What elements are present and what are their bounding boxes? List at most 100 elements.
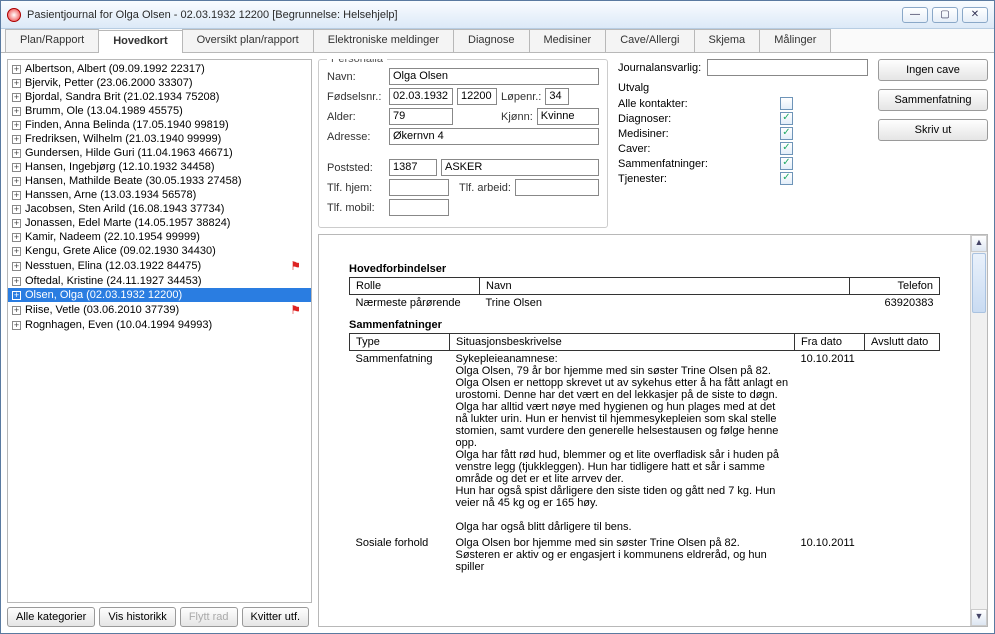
patient-tree-item[interactable]: +Rognhagen, Even (10.04.1994 94993)	[8, 318, 311, 332]
tab-oversikt-plan-rapport[interactable]: Oversikt plan/rapport	[182, 29, 314, 52]
adresse-field[interactable]: Økernvn 4	[389, 128, 599, 145]
tab-bar: Plan/RapportHovedkortOversikt plan/rappo…	[1, 29, 994, 53]
utvalg-checkbox[interactable]: ✓	[780, 127, 793, 140]
kvitter-utf-button[interactable]: Kvitter utf.	[242, 607, 310, 627]
patient-tree-item[interactable]: +Kamir, Nadeem (22.10.1954 99999)	[8, 230, 311, 244]
expand-icon[interactable]: +	[12, 277, 21, 286]
patient-tree-item[interactable]: +Olsen, Olga (02.03.1932 12200)	[8, 288, 311, 302]
tlfmobil-field[interactable]	[389, 199, 449, 216]
expand-icon[interactable]: +	[12, 177, 21, 186]
patient-tree-item[interactable]: +Brumm, Ole (13.04.1989 45575)	[8, 104, 311, 118]
tab-medisiner[interactable]: Medisiner	[529, 29, 607, 52]
kjonn-field[interactable]: Kvinne	[537, 108, 599, 125]
ingen-cave-button[interactable]: Ingen cave	[878, 59, 988, 81]
expand-icon[interactable]: +	[12, 107, 21, 116]
navn-label: Navn:	[327, 71, 385, 83]
alder-field[interactable]: 79	[389, 108, 453, 125]
tab-skjema[interactable]: Skjema	[694, 29, 761, 52]
close-button[interactable]: ✕	[962, 7, 988, 23]
tlfhjem-field[interactable]	[389, 179, 449, 196]
scroll-down-button[interactable]: ▼	[971, 609, 987, 626]
tab-hovedkort[interactable]: Hovedkort	[98, 30, 182, 53]
scroll-thumb[interactable]	[972, 253, 986, 313]
patient-tree-item[interactable]: +Hansen, Mathilde Beate (30.05.1933 2745…	[8, 174, 311, 188]
navn-field[interactable]: Olga Olsen	[389, 68, 599, 85]
kjonn-label: Kjønn:	[501, 111, 533, 123]
patient-tree[interactable]: +Albertson, Albert (09.09.1992 22317)+Bj…	[7, 59, 312, 603]
expand-icon[interactable]: +	[12, 121, 21, 130]
alle-kategorier-button[interactable]: Alle kategorier	[7, 607, 95, 627]
patient-tree-item[interactable]: +Bjordal, Sandra Brit (21.02.1934 75208)	[8, 90, 311, 104]
table-row[interactable]: SammenfatningSykepleieanamnese:Olga Olse…	[350, 351, 940, 536]
patient-tree-item[interactable]: + Jonassen, Edel Marte (14.05.1957 38824)	[8, 216, 311, 230]
tab-diagnose[interactable]: Diagnose	[453, 29, 529, 52]
expand-icon[interactable]: +	[12, 306, 21, 315]
fnr2-field[interactable]: 12200	[457, 88, 497, 105]
patient-tree-item[interactable]: + Bjervik, Petter (23.06.2000 33307)	[8, 76, 311, 90]
expand-icon[interactable]: +	[12, 65, 21, 74]
patient-label: Hanssen, Arne (13.03.1934 56578)	[25, 189, 196, 201]
utvalg-checkbox[interactable]: ✓	[780, 157, 793, 170]
patient-label: Bjervik, Petter (23.06.2000 33307)	[25, 77, 193, 89]
patient-tree-item[interactable]: + Gundersen, Hilde Guri (11.04.1963 46671…	[8, 146, 311, 160]
expand-icon[interactable]: +	[12, 205, 21, 214]
expand-icon[interactable]: +	[12, 93, 21, 102]
minimize-button[interactable]: —	[902, 7, 928, 23]
patient-tree-item[interactable]: +Albertson, Albert (09.09.1992 22317)	[8, 62, 311, 76]
fodselsnr-field[interactable]: 02.03.1932	[389, 88, 453, 105]
sammenfatning-button[interactable]: Sammenfatning	[878, 89, 988, 111]
utvalg-label: Medisiner:	[618, 128, 669, 140]
patient-label: Gundersen, Hilde Guri (11.04.1963 46671)	[25, 147, 233, 159]
tab-m-linger[interactable]: Målinger	[759, 29, 831, 52]
lopenr-field[interactable]: 34	[545, 88, 569, 105]
expand-icon[interactable]: +	[12, 219, 21, 228]
expand-icon[interactable]: +	[12, 149, 21, 158]
tlfarbeid-label: Tlf. arbeid:	[459, 182, 511, 194]
detail-panel: HovedforbindelserRolleNavnTelefonNærmest…	[318, 234, 988, 627]
flytt-rad-button[interactable]: Flytt rad	[180, 607, 238, 627]
maximize-button[interactable]: ▢	[932, 7, 958, 23]
patient-tree-item[interactable]: +Nesstuen, Elina (12.03.1922 84475)⚑	[8, 258, 311, 274]
poststed-field[interactable]: ASKER	[441, 159, 599, 176]
detail-scrollbar[interactable]: ▲ ▼	[970, 235, 987, 626]
tab-cave-allergi[interactable]: Cave/Allergi	[605, 29, 694, 52]
patient-tree-item[interactable]: +Finden, Anna Belinda (17.05.1940 99819)	[8, 118, 311, 132]
utvalg-row: Caver:✓	[618, 141, 793, 156]
patient-tree-item[interactable]: +Jacobsen, Sten Arild (16.08.1943 37734)	[8, 202, 311, 216]
journalansvarlig-field[interactable]	[707, 59, 868, 76]
scroll-up-button[interactable]: ▲	[971, 235, 987, 252]
patient-label: Hansen, Ingebjørg (12.10.1932 34458)	[25, 161, 215, 173]
skriv-ut-button[interactable]: Skriv ut	[878, 119, 988, 141]
hovedforbindelser-table: RolleNavnTelefonNærmeste pårørendeTrine …	[349, 277, 940, 311]
utvalg-checkbox[interactable]: ✓	[780, 142, 793, 155]
patient-tree-item[interactable]: + Hansen, Ingebjørg (12.10.1932 34458)	[8, 160, 311, 174]
table-row[interactable]: Nærmeste pårørendeTrine Olsen63920383	[350, 295, 940, 312]
expand-icon[interactable]: +	[12, 291, 21, 300]
utvalg-checkbox[interactable]: ✓	[780, 112, 793, 125]
tlfarbeid-field[interactable]	[515, 179, 599, 196]
expand-icon[interactable]: +	[12, 262, 21, 271]
utvalg-row: Medisiner: ✓	[618, 126, 793, 141]
vis-historikk-button[interactable]: Vis historikk	[99, 607, 175, 627]
patient-tree-item[interactable]: +Oftedal, Kristine (24.11.1927 34453)	[8, 274, 311, 288]
patient-label: Jonassen, Edel Marte (14.05.1957 38824)	[25, 217, 230, 229]
table-row[interactable]: Sosiale forholdOlga Olsen bor hjemme med…	[350, 535, 940, 575]
expand-icon[interactable]: +	[12, 135, 21, 144]
patient-tree-item[interactable]: +Fredriksen, Wilhelm (21.03.1940 99999)	[8, 132, 311, 146]
expand-icon[interactable]: +	[12, 321, 21, 330]
utvalg-checkbox[interactable]	[780, 97, 793, 110]
utvalg-label: Alle kontakter:	[618, 98, 688, 110]
tab-elektroniske-meldinger[interactable]: Elektroniske meldinger	[313, 29, 454, 52]
expand-icon[interactable]: +	[12, 233, 21, 242]
sammenfatninger-table: TypeSituasjonsbeskrivelseFra datoAvslutt…	[349, 333, 940, 575]
patient-tree-item[interactable]: +Riise, Vetle (03.06.2010 37739)⚑	[8, 302, 311, 318]
postnr-field[interactable]: 1387	[389, 159, 437, 176]
expand-icon[interactable]: +	[12, 79, 21, 88]
expand-icon[interactable]: +	[12, 247, 21, 256]
patient-tree-item[interactable]: +Kengu, Grete Alice (09.02.1930 34430)	[8, 244, 311, 258]
tab-plan-rapport[interactable]: Plan/Rapport	[5, 29, 99, 52]
patient-tree-item[interactable]: + Hanssen, Arne (13.03.1934 56578)	[8, 188, 311, 202]
expand-icon[interactable]: +	[12, 163, 21, 172]
utvalg-checkbox[interactable]: ✓	[780, 172, 793, 185]
expand-icon[interactable]: +	[12, 191, 21, 200]
